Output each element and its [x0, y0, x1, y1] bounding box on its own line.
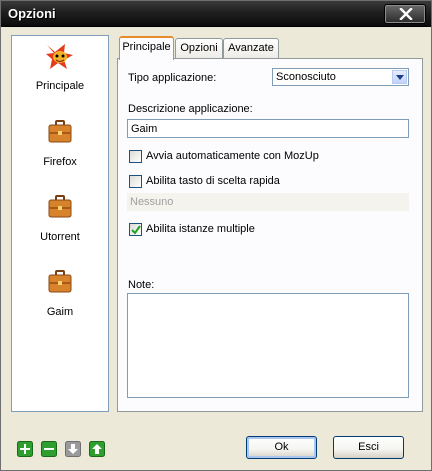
sidebar-item-label: Utorrent: [40, 231, 80, 243]
move-down-icon: [65, 441, 81, 457]
app-type-label: Tipo applicazione:: [128, 72, 217, 84]
sidebar-item-label: Gaim: [46, 306, 74, 318]
description-input[interactable]: [127, 119, 409, 138]
description-label: Descrizione applicazione:: [128, 103, 253, 115]
sidebar-item-principale[interactable]: Principale: [12, 38, 108, 108]
close-icon: [399, 8, 413, 20]
sidebar-item-label: Principale: [35, 80, 85, 92]
sidebar-item-utorrent[interactable]: Utorrent: [12, 189, 108, 259]
ok-button[interactable]: Ok: [246, 436, 317, 459]
window-title: Opzioni: [8, 6, 56, 21]
application-list: Principale Firefox Utorrent Gaim: [11, 35, 109, 412]
sidebar-item-firefox[interactable]: Firefox: [12, 114, 108, 184]
hotkey-input: Nessuno: [127, 193, 409, 211]
options-window: Opzioni Principale Firefox Utorrent Gaim…: [0, 0, 432, 471]
notes-label: Note:: [128, 279, 155, 291]
add-icon[interactable]: [17, 441, 33, 457]
hotkey-checkbox[interactable]: [129, 175, 142, 188]
hotkey-label: Abilita tasto di scelta rapida: [146, 175, 280, 187]
hotkey-checkbox-row[interactable]: Abilita tasto di scelta rapida: [129, 175, 369, 190]
chevron-down-icon: [396, 75, 404, 80]
checkmark-icon: [131, 225, 141, 235]
sidebar-item-gaim[interactable]: Gaim: [12, 264, 108, 334]
multi-instance-label: Abilita istanze multiple: [146, 223, 255, 235]
cancel-button[interactable]: Esci: [333, 436, 404, 459]
app-type-value: Sconosciuto: [276, 71, 336, 83]
tab-avanzate[interactable]: Avanzate: [223, 38, 279, 59]
autostart-label: Avvia automaticamente con MozUp: [146, 150, 319, 162]
multi-instance-checkbox[interactable]: [129, 223, 142, 236]
dropdown-button[interactable]: [392, 70, 407, 84]
move-up-icon[interactable]: [89, 441, 105, 457]
app-type-select[interactable]: Sconosciuto: [272, 68, 409, 86]
briefcase-icon: [48, 120, 72, 143]
briefcase-icon: [48, 195, 72, 218]
remove-icon[interactable]: [41, 441, 57, 457]
autostart-checkbox-row[interactable]: Avvia automaticamente con MozUp: [129, 150, 369, 165]
sidebar-item-label: Firefox: [43, 156, 77, 168]
fox-mascot-icon: [46, 44, 73, 69]
tab-opzioni[interactable]: Opzioni: [175, 38, 223, 59]
briefcase-icon: [48, 270, 72, 293]
multi-instance-checkbox-row[interactable]: Abilita istanze multiple: [129, 223, 369, 238]
tab-principale[interactable]: Principale: [119, 36, 174, 60]
autostart-checkbox[interactable]: [129, 150, 142, 163]
close-button[interactable]: [384, 4, 426, 24]
tab-panel-principale: Tipo applicazione: Sconosciuto Descrizio…: [117, 58, 423, 412]
notes-textarea[interactable]: [127, 293, 409, 398]
title-bar: Opzioni: [1, 1, 431, 27]
